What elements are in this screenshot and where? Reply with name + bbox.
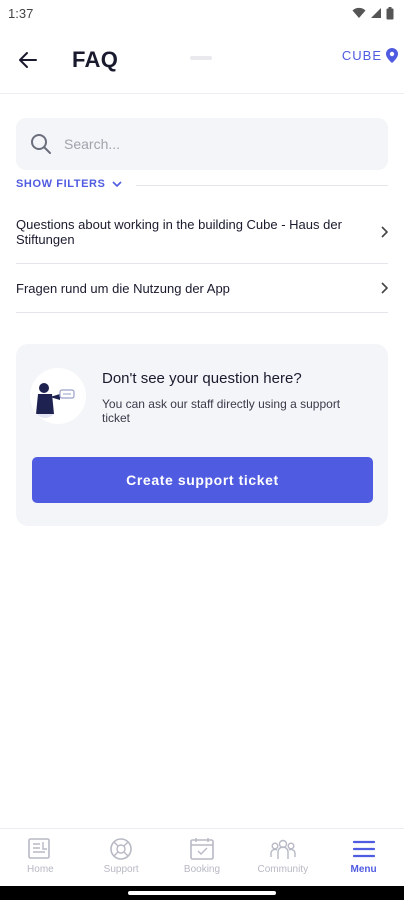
faq-item-label: Questions about working in the building …: [16, 216, 342, 247]
search-placeholder: Search...: [64, 136, 121, 152]
support-title: Don't see your question here?: [102, 370, 302, 387]
arrow-left-icon: [19, 51, 37, 68]
chevron-right-icon: [381, 225, 388, 238]
person-megaphone-icon: [36, 383, 75, 418]
home-icon: [28, 838, 51, 859]
show-filters-label: SHOW FILTERS: [16, 178, 106, 190]
drag-handle: [190, 56, 212, 60]
nav-label: Menu: [350, 864, 377, 875]
page-title: FAQ: [72, 46, 119, 72]
search-input[interactable]: Search...: [16, 118, 388, 170]
nav-label: Community: [257, 864, 309, 875]
calendar-icon: [190, 838, 214, 860]
status-bar: 1:37: [0, 0, 404, 26]
divider: [136, 185, 388, 186]
location-selector[interactable]: CUBE: [342, 48, 398, 63]
support-subtitle: You can ask our staff directly using a s…: [102, 397, 341, 425]
community-icon: [270, 839, 296, 859]
faq-item[interactable]: Fragen rund um die Nutzung der App: [16, 264, 388, 313]
faq-item[interactable]: Questions about working in the building …: [16, 200, 388, 264]
signal-icon: [371, 8, 381, 18]
chevron-down-icon: [111, 181, 122, 188]
nav-label: Support: [103, 864, 139, 875]
nav-item-community[interactable]: Community: [242, 829, 323, 886]
nav-item-menu[interactable]: Menu: [323, 829, 404, 886]
status-icons: [352, 6, 394, 20]
support-icon: [110, 838, 132, 860]
nav-item-support[interactable]: Support: [81, 829, 162, 886]
support-card: Don't see your question here? You can as…: [16, 344, 388, 526]
faq-list: Questions about working in the building …: [16, 200, 388, 313]
show-filters-toggle[interactable]: SHOW FILTERS: [16, 178, 122, 190]
support-illustration: [30, 368, 86, 424]
menu-icon: [352, 840, 375, 858]
faq-item-label: Fragen rund um die Nutzung der App: [16, 280, 230, 296]
nav-item-booking[interactable]: Booking: [162, 829, 243, 886]
battery-icon: [386, 6, 394, 19]
nav-label: Home: [27, 864, 54, 875]
home-gesture-handle[interactable]: [128, 891, 276, 895]
status-time: 1:37: [8, 5, 34, 21]
nav-item-home[interactable]: Home: [0, 829, 81, 886]
create-support-ticket-button[interactable]: Create support ticket: [32, 457, 373, 503]
location-label: CUBE: [341, 48, 382, 63]
nav-label: Booking: [183, 864, 221, 875]
wifi-icon: [352, 7, 366, 18]
app-bar: FAQ CUBE: [0, 26, 404, 94]
back-button[interactable]: [0, 32, 56, 88]
location-pin-icon: [386, 48, 398, 63]
search-icon: [31, 134, 51, 154]
bottom-nav: Home Support Booking Community Menu: [0, 828, 404, 886]
chevron-right-icon: [381, 282, 388, 294]
gesture-bar-area: [0, 886, 404, 900]
